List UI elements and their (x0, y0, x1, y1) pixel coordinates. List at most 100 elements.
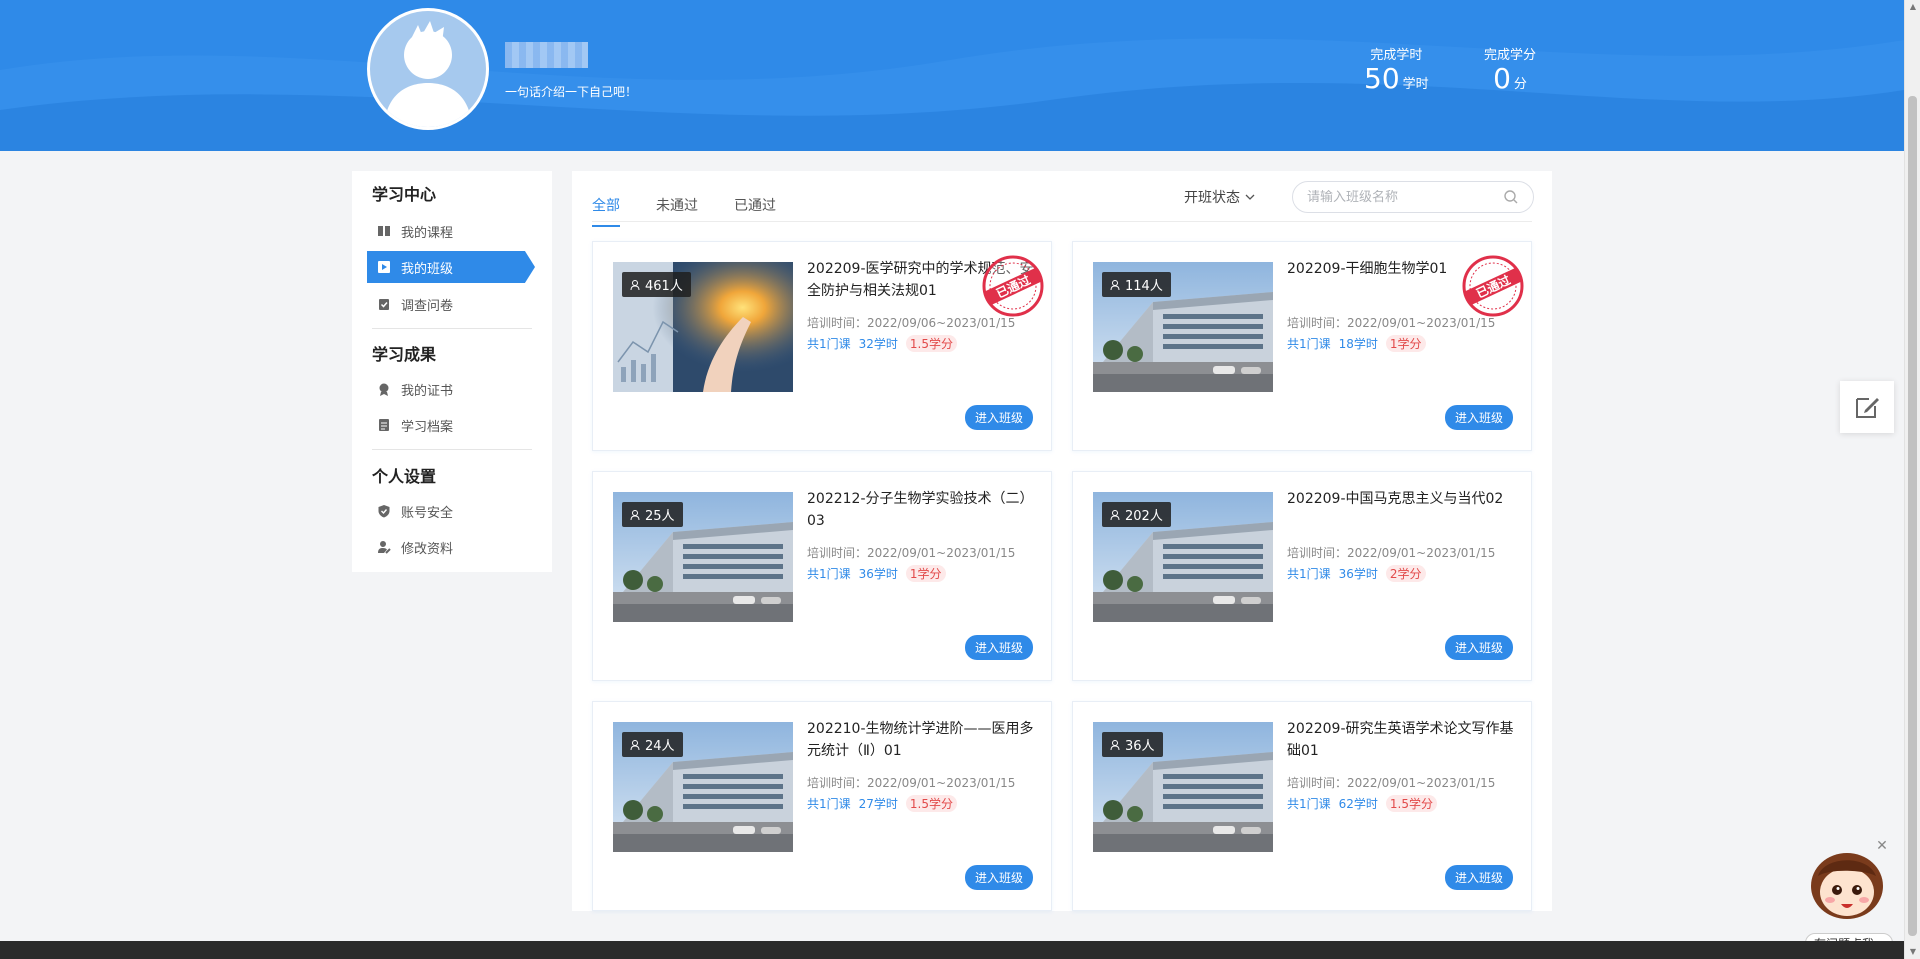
scroll-down-arrow-icon[interactable]: ▼ (1905, 945, 1920, 959)
sidebar-divider (372, 328, 532, 329)
class-search-box (1292, 181, 1534, 213)
sidebar-item-certificates[interactable]: 我的证书 (367, 373, 522, 405)
user-edit-icon (378, 541, 391, 554)
sidebar-item-label: 我的证书 (401, 383, 454, 399)
class-card[interactable]: 202人 202209-中国马克思主义与当代02 培训时间：2022/09/01~2… (1072, 471, 1532, 681)
enter-class-button[interactable]: 进入班级 (1444, 865, 1513, 890)
class-title[interactable]: 202210-生物统计学进阶——医用多元统计（Ⅱ）01 (807, 718, 1037, 762)
feedback-float-button[interactable] (1840, 381, 1894, 433)
sidebar-item-my-courses[interactable]: 我的课程 (367, 215, 522, 247)
mascot-close-icon[interactable]: ✕ (1874, 838, 1890, 854)
stat-unit: 学时 (1402, 77, 1429, 92)
student-count: 114人 (1125, 279, 1163, 294)
scroll-up-arrow-icon[interactable]: ▲ (1905, 0, 1920, 14)
class-status-filter[interactable]: 开班状态 (1184, 187, 1256, 207)
people-icon (630, 279, 640, 290)
student-count-badge: 114人 (1102, 272, 1171, 297)
class-meta: 共1门课 62学时 1.5学分 (1287, 795, 1438, 812)
sidebar-item-label: 我的课程 (401, 225, 454, 241)
chevron-down-icon (1245, 194, 1255, 200)
class-credits: 1.5学分 (1385, 795, 1438, 812)
course-count: 共1门课 (1287, 337, 1331, 351)
class-card[interactable]: 25人 202212-分子生物学实验技术（二）03 培训时间：2022/09/01~… (592, 471, 1052, 681)
class-meta: 共1门课 27学时 1.5学分 (807, 795, 958, 812)
class-card[interactable]: 114人 202209-干细胞生物学01 培训时间：2022/09/01~2023/… (1072, 241, 1532, 451)
student-count: 25人 (645, 509, 675, 524)
user-bio[interactable]: 一句话介绍一下自己吧！ (505, 83, 637, 100)
course-count: 共1门课 (807, 797, 851, 811)
people-icon (1110, 279, 1120, 290)
banner-waves (0, 38, 1904, 151)
class-hours: 18学时 (1338, 337, 1378, 351)
class-credits: 2学分 (1385, 565, 1426, 582)
course-count: 共1门课 (807, 567, 851, 581)
class-meta: 共1门课 36学时 1学分 (807, 565, 946, 582)
shield-icon (378, 505, 390, 518)
enter-class-button[interactable]: 进入班级 (964, 635, 1033, 660)
help-mascot-avatar[interactable] (1808, 846, 1886, 920)
stat-value: 0 (1493, 62, 1511, 95)
stat-label: 完成学分 (1484, 48, 1537, 63)
class-title[interactable]: 202212-分子生物学实验技术（二）03 (807, 488, 1037, 532)
people-icon (630, 509, 640, 520)
course-count: 共1门课 (807, 337, 851, 351)
class-hours: 32学时 (858, 337, 898, 351)
class-title[interactable]: 202209-研究生英语学术论文写作基础01 (1287, 718, 1517, 762)
training-time: 培训时间：2022/09/01~2023/01/15 (807, 776, 1016, 790)
class-thumbnail[interactable]: 202人 (1093, 492, 1273, 622)
class-thumbnail[interactable]: 36人 (1093, 722, 1273, 852)
student-count: 24人 (645, 739, 675, 754)
scroll-thumb[interactable] (1908, 96, 1917, 936)
course-count: 共1门课 (1287, 567, 1331, 581)
sidebar-item-edit-profile[interactable]: 修改资料 (367, 531, 522, 563)
enter-class-button[interactable]: 进入班级 (1444, 405, 1513, 430)
passed-stamp: 已通过 (1462, 255, 1524, 317)
student-count-badge: 25人 (622, 502, 683, 527)
training-time: 培训时间：2022/09/01~2023/01/15 (1287, 546, 1496, 560)
student-count-badge: 202人 (1102, 502, 1171, 527)
search-icon[interactable] (1503, 189, 1519, 205)
sidebar-item-label: 学习档案 (401, 419, 454, 435)
sidebar-item-label: 修改资料 (401, 541, 454, 557)
class-credits: 1.5学分 (905, 795, 958, 812)
class-meta: 共1门课 32学时 1.5学分 (807, 335, 958, 352)
class-card[interactable]: 36人 202209-研究生英语学术论文写作基础01 培训时间：2022/09/01… (1072, 701, 1532, 911)
sidebar: 学习中心 我的课程 我的班级 调查问卷 学习成果 我的证书 学习档案 个人设置 … (352, 171, 552, 572)
class-list-panel: 全部 未通过 已通过 开班状态 461人202209-医学研究中的学术规范、安全… (572, 171, 1552, 911)
sidebar-item-account-security[interactable]: 账号安全 (367, 495, 522, 527)
sidebar-item-my-classes[interactable]: 我的班级 (367, 251, 535, 283)
class-hours: 27学时 (858, 797, 898, 811)
student-count-badge: 36人 (1102, 732, 1163, 757)
class-thumbnail[interactable]: 114人 (1093, 262, 1273, 392)
page-scrollbar[interactable]: ▲ ▼ (1904, 0, 1920, 959)
completed-credits-stat: 完成学分 0分 (1484, 44, 1536, 95)
tabs-divider (592, 221, 1532, 222)
stat-value: 50 (1364, 62, 1400, 95)
class-thumbnail[interactable]: 24人 (613, 722, 793, 852)
edit-icon (1856, 398, 1879, 418)
enter-class-button[interactable]: 进入班级 (964, 865, 1033, 890)
class-card[interactable]: 461人 202209-医学研究中的学术规范、安全防护与相关法规01 培训时间：20… (592, 241, 1052, 451)
training-time: 培训时间：2022/09/01~2023/01/15 (807, 546, 1016, 560)
class-thumbnail[interactable]: 25人 (613, 492, 793, 622)
sidebar-item-survey[interactable]: 调查问卷 (367, 288, 522, 320)
sidebar-item-label: 我的班级 (401, 261, 454, 277)
file-icon (379, 419, 389, 431)
certificate-icon (379, 383, 389, 396)
section-title-personal-settings: 个人设置 (372, 467, 437, 486)
class-card[interactable]: 24人 202210-生物统计学进阶——医用多元统计（Ⅱ）01 培训时间：2022/… (592, 701, 1052, 911)
class-search-input[interactable] (1307, 189, 1503, 205)
avatar[interactable] (367, 8, 489, 130)
class-thumbnail[interactable]: 461人 (613, 262, 793, 392)
class-icon (378, 261, 390, 273)
profile-banner: 一句话介绍一下自己吧！ 完成学时 50 学时 完成学分 0分 (0, 0, 1904, 151)
enter-class-button[interactable]: 进入班级 (964, 405, 1033, 430)
class-meta: 共1门课 18学时 1学分 (1287, 335, 1426, 352)
training-time: 培训时间：2022/09/01~2023/01/15 (1287, 776, 1496, 790)
class-hours: 62学时 (1338, 797, 1378, 811)
sidebar-item-learning-archive[interactable]: 学习档案 (367, 409, 522, 441)
class-title[interactable]: 202209-中国马克思主义与当代02 (1287, 488, 1517, 510)
stat-label: 完成学时 (1370, 48, 1423, 63)
enter-class-button[interactable]: 进入班级 (1444, 635, 1513, 660)
footer-bar (0, 941, 1904, 959)
